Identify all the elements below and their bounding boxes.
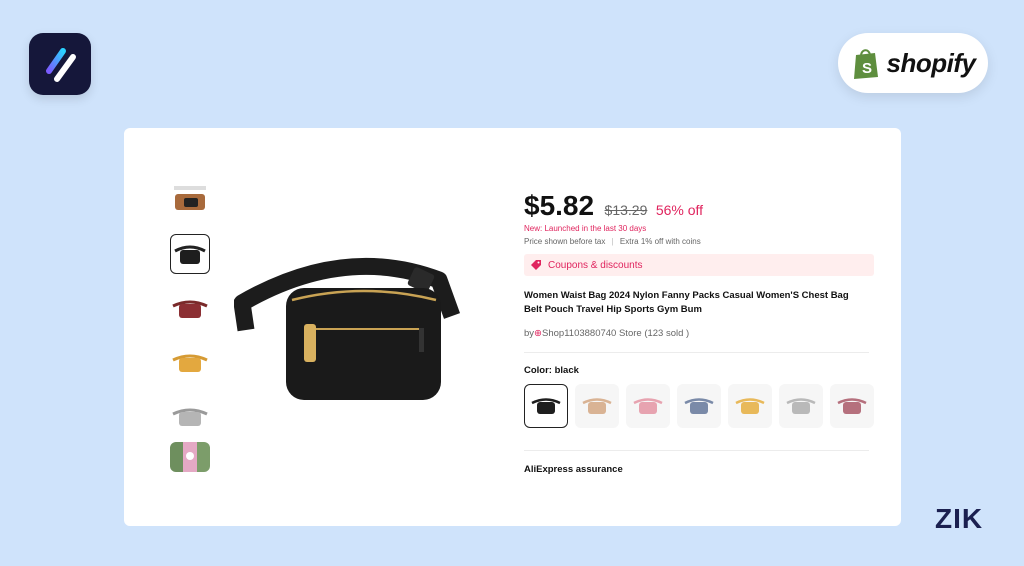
divider xyxy=(524,450,869,451)
store-prefix: by xyxy=(524,328,535,339)
price-note: Price shown before tax | Extra 1% off wi… xyxy=(524,237,701,246)
divider xyxy=(524,352,869,353)
store-info: by⊕Shop1103880740 Store (123 sold ) xyxy=(524,328,689,339)
app-logo xyxy=(29,33,91,95)
color-variant-black[interactable] xyxy=(524,384,568,428)
color-variant-mustard[interactable] xyxy=(728,384,772,428)
main-product-image xyxy=(233,248,484,408)
thumbnail-package[interactable] xyxy=(170,180,210,220)
zik-watermark: ZIK xyxy=(935,503,984,534)
thumbnail-mustard[interactable] xyxy=(170,342,210,382)
color-label: Color: black xyxy=(524,365,579,376)
thumbnail-gray[interactable] xyxy=(170,396,210,436)
thumbnail-lifestyle[interactable] xyxy=(170,442,210,472)
new-launch-label: New: Launched in the last 30 days xyxy=(524,224,647,233)
svg-text:S: S xyxy=(862,60,872,77)
coupon-label: Coupons & discounts xyxy=(548,259,643,271)
color-variant-mauve[interactable] xyxy=(830,384,874,428)
aliexpress-assurance: AliExpress assurance xyxy=(524,464,623,475)
price-row: $5.82 $13.29 56% off xyxy=(524,190,703,222)
app-logo-icon xyxy=(46,48,76,82)
sold-count: (123 sold ) xyxy=(644,328,690,339)
product-card: $5.82 $13.29 56% off New: Launched in th… xyxy=(124,128,901,526)
original-price: $13.29 xyxy=(604,202,648,218)
shopify-bag-icon: S xyxy=(853,49,878,79)
store-icon: ⊕ xyxy=(534,328,543,339)
sale-price: $5.82 xyxy=(524,190,595,221)
color-variant-pink[interactable] xyxy=(626,384,670,428)
discount-badge: 56% off xyxy=(655,202,704,218)
color-variant-gray[interactable] xyxy=(779,384,823,428)
tax-note: Price shown before tax xyxy=(524,237,606,246)
separator: | xyxy=(611,237,614,246)
thumbnail-black[interactable] xyxy=(170,234,210,274)
color-variant-slate-blue[interactable] xyxy=(677,384,721,428)
coupon-tag-icon xyxy=(531,260,541,270)
product-title: Women Waist Bag 2024 Nylon Fanny Packs C… xyxy=(524,290,849,315)
coupons-discounts-button[interactable]: Coupons & discounts xyxy=(524,254,874,276)
thumbnail-burgundy[interactable] xyxy=(170,288,210,328)
coins-note: Extra 1% off with coins xyxy=(619,237,701,246)
store-link[interactable]: Shop1103880740 Store xyxy=(542,328,642,339)
shopify-badge: S shopify xyxy=(838,33,988,93)
color-variant-beige[interactable] xyxy=(575,384,619,428)
shopify-wordmark: shopify xyxy=(886,47,976,78)
